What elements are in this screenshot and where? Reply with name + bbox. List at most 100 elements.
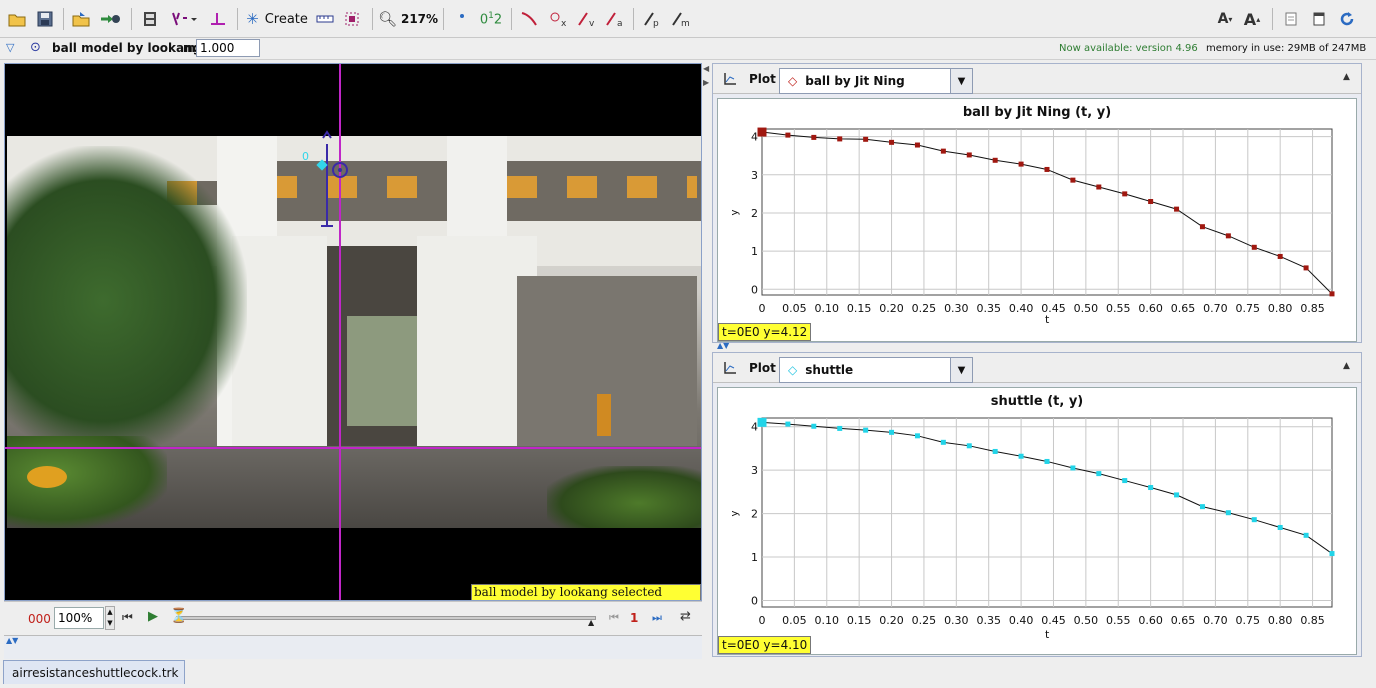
diamond-red-icon: ◇ [788,74,798,88]
numbering-icon[interactable]: 012 [478,8,504,30]
plot-frame [761,417,1333,608]
font-increase-icon[interactable]: A ▴ [1240,8,1264,30]
frame-counter[interactable]: 000 [28,612,51,626]
plot1-collapse-icon[interactable]: ▲ [1343,72,1350,82]
plot2-collapse-icon[interactable]: ▲ [1343,361,1350,371]
x-tick-label: 0.50 [1074,302,1099,315]
play-icon[interactable]: ▶ [148,609,158,624]
mass-field[interactable] [196,39,260,57]
data-point [1277,253,1283,259]
x-tick-label: 0.75 [1236,614,1261,627]
data-point [811,423,817,429]
left-bottom-panel: ▲▼ [4,635,702,659]
plot-axes-icon [724,73,736,85]
plot2-button[interactable]: Plot [749,361,776,375]
acceleration-vector-icon[interactable]: a [602,8,626,30]
trail-icon[interactable] [518,8,540,30]
svg-text:m: m [681,19,690,28]
loop-icon[interactable]: ⇄ [680,609,691,624]
data-point [1044,458,1050,464]
zoom-field[interactable] [54,607,104,629]
go-to-start-icon[interactable]: ⏮ [122,610,133,625]
x-tick-label: 0.40 [1009,302,1034,315]
x-tick-label: 0.70 [1203,302,1228,315]
step-size[interactable]: 1 [630,611,638,625]
data-point [1303,265,1309,271]
plot1-ylabel: y [729,209,741,216]
plot1-button[interactable]: Plot [749,72,776,86]
data-point [889,139,895,145]
zoom-label: 217% [400,12,439,26]
data-point [811,134,817,140]
data-point [940,439,946,445]
position-marker-icon[interactable]: x [546,8,570,30]
collapse-arrow-icon[interactable]: ▽ [6,41,14,54]
data-point [1148,485,1154,491]
zoom-spinner[interactable]: ▲ ▼ [105,606,115,630]
plot2-area[interactable]: shuttle (t, y) 0 0.05 0.10 0.15 0.20 0.25 0.30… [717,387,1357,655]
notes-icon[interactable] [1280,8,1302,30]
file-tab[interactable]: airresistanceshuttlecock.trk [3,660,185,684]
data-point [1174,206,1180,212]
memory-notice: memory in use: 29MB of 247MB [1206,43,1367,54]
velocity-vector-icon[interactable]: v [574,8,598,30]
split-arrows-icon[interactable]: ▲▼ [6,636,18,645]
refresh-icon[interactable] [1336,8,1358,30]
divider-right-arrow-icon[interactable]: ▶ [703,78,709,87]
data-point [1122,478,1128,484]
font-decrease-icon[interactable]: A ▾ [1214,8,1236,30]
step-back-icon[interactable]: ⏮ [609,611,619,625]
slider-thumb[interactable]: ⏳ [170,608,187,624]
data-point [1329,291,1335,297]
file-tab-label: airresistanceshuttlecock.trk [12,665,179,680]
step-forward-icon[interactable]: ⏭ [652,611,662,625]
data-point [1044,166,1050,172]
plot2-header: Plot ◇ shuttle ▼ ▲ [713,353,1361,383]
calibration-tools-icon[interactable] [168,8,200,30]
end-marker[interactable]: ▲ [588,618,594,627]
plot2-track-select[interactable]: ◇ shuttle ▼ [779,357,973,383]
plot1-track-select[interactable]: ◇ ball by Jit Ning ▼ [779,68,973,94]
divider-left-arrow-icon[interactable]: ◀ [703,64,709,73]
y-tick-label: 2 [751,508,758,521]
tape-measure-icon[interactable] [314,8,336,30]
x-tick-label: 0.80 [1268,302,1293,315]
save-icon[interactable] [34,8,56,30]
open-folder-icon[interactable] [6,8,28,30]
y-tick-label: 0 [751,283,758,296]
page-view-icon[interactable] [1308,8,1330,30]
track-name[interactable]: ball model by lookang [52,41,201,55]
time-slider[interactable] [176,616,596,620]
x-tick-label: 0.45 [1041,614,1066,627]
mass-vector-icon[interactable]: m [668,8,692,30]
clip-settings-icon[interactable] [140,8,160,30]
axes-icon[interactable] [206,8,228,30]
update-notice[interactable]: Now available: version 4.96 [1059,43,1198,54]
data-point [1018,453,1024,459]
plot2-chart: 0 0.05 0.10 0.15 0.20 0.25 0.30 0.35 0.40 0.45 0.5… [751,417,1335,627]
x-tick-label: 0 [759,302,766,315]
x-tick-label: 0.50 [1074,614,1099,627]
plot1-area[interactable]: ball by Jit Ning (t, y) 0 0.05 0.10 0.15 0.2… [717,98,1357,342]
plot1-track-label: ball by Jit Ning [805,74,905,88]
point-marker-icon[interactable] [452,8,472,30]
x-tick-label: 0.55 [1106,302,1131,315]
open-library-icon[interactable] [70,8,92,30]
plot-split-arrows-icon[interactable]: ▲▼ [717,341,729,350]
momentum-vector-icon[interactable]: p [640,8,664,30]
chevron-down-icon: ▼ [950,69,972,93]
y-tick-label: 1 [751,551,758,564]
svg-text:v: v [589,19,595,28]
data-point [992,448,998,454]
x-tick-label: 0.20 [879,614,904,627]
x-tick-label: 0.10 [815,302,840,315]
track-control-icon[interactable] [342,8,364,30]
zoom-button[interactable]: 🔍︎ 217% [378,8,439,30]
import-video-icon[interactable] [98,8,122,30]
data-point [837,136,843,142]
data-point [1070,177,1076,183]
create-track-button[interactable]: ✳ Create [246,8,308,30]
main-toolbar: ✳ Create 🔍︎ 217% 012 x v a p m A ▾ A ▴ [0,0,1376,38]
shuttle-marker [316,159,328,171]
video-panel[interactable]: 0 ball model by lookang selected (locked… [4,63,702,601]
